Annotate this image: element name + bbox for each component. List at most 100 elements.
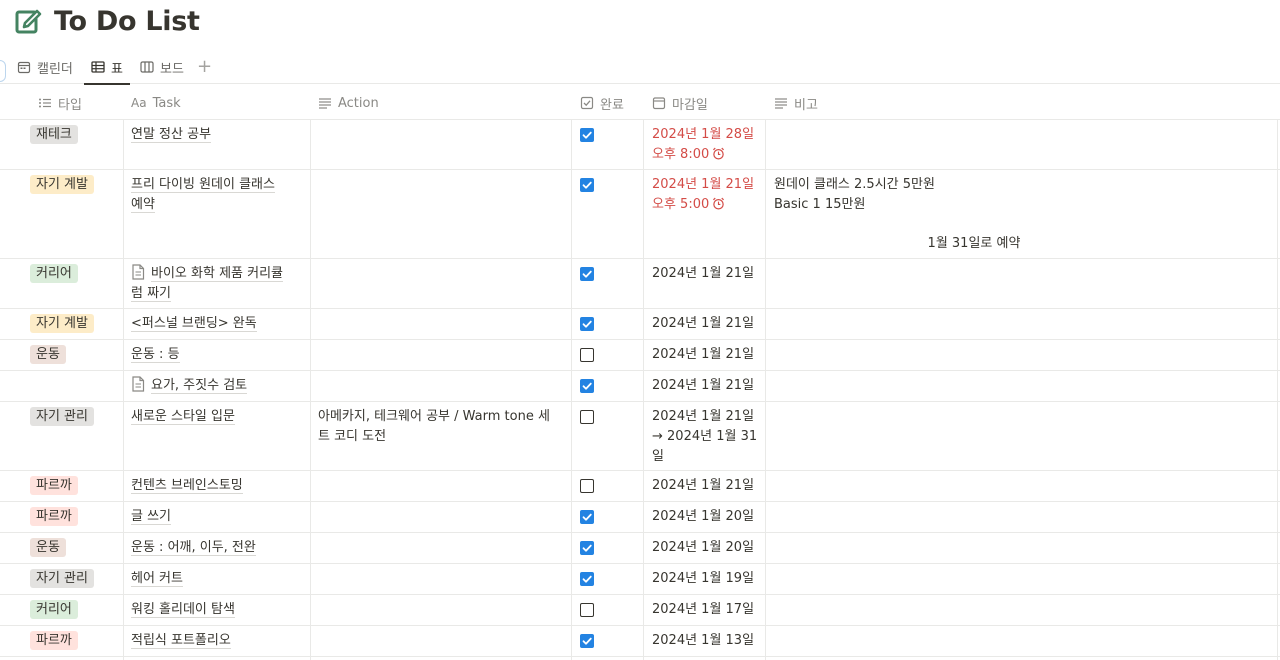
due-date-cell[interactable]: 2024년 1월 21일 <box>652 340 760 365</box>
type-cell[interactable]: 커리어 <box>30 259 78 284</box>
note-line: 원데이 클래스 2.5시간 5만원 <box>774 177 935 192</box>
checkbox-checked[interactable] <box>580 128 594 142</box>
page-title: To Do List <box>54 5 200 37</box>
type-cell[interactable]: 운동 <box>30 533 66 558</box>
column-header-note[interactable]: 비고 <box>774 86 818 120</box>
task-cell[interactable]: 새로운 스타일 입문 <box>131 402 299 427</box>
due-date-cell[interactable]: 2024년 1월 20일 <box>652 533 760 558</box>
task-cell[interactable]: 글 쓰기 <box>131 502 299 527</box>
table-row[interactable]: 운동 운동 : 등 2024년 1월 21일 <box>0 340 1280 371</box>
due-time: → 2024년 1월 31 <box>652 429 758 444</box>
action-cell[interactable]: 아메카지, 테크웨어 공부 / Warm tone 세트 코디 도전 <box>318 402 564 447</box>
type-cell[interactable]: 파르까 <box>30 471 78 496</box>
due-date-cell[interactable]: 2024년 1월 21일 <box>652 471 760 496</box>
type-cell[interactable]: 파르까 <box>30 626 78 651</box>
type-tag: 자기 관리 <box>30 407 94 426</box>
due-date: 2024년 1월 17일 <box>652 602 755 617</box>
tab-calendar[interactable]: 캘린더 <box>10 50 80 84</box>
type-cell[interactable]: 자기 계발 <box>30 170 94 195</box>
table-row[interactable]: 자기 계발 <퍼스널 브랜딩> 완독 2024년 1월 21일 <box>0 309 1280 340</box>
type-tag: 자기 계발 <box>30 314 94 333</box>
column-header-done-label: 완료 <box>600 97 624 113</box>
table-row[interactable]: 파르까 컨텐츠 브레인스토밍 2024년 1월 21일 <box>0 471 1280 502</box>
table-row[interactable]: 재테크 연말 정산 공부 2024년 1월 28일 오후 8:00 <box>0 120 1280 170</box>
column-header-done[interactable]: 완료 <box>580 86 624 120</box>
column-header-type[interactable]: 타입 <box>38 86 82 120</box>
table-row[interactable]: 요가, 주짓수 검토 2024년 1월 21일 <box>0 371 1280 402</box>
table-row[interactable]: 운동 운동 : 어깨, 이두, 전완 2024년 1월 20일 <box>0 533 1280 564</box>
column-header-due[interactable]: 마감일 <box>652 86 708 120</box>
task-cell[interactable]: 프리 다이빙 원데이 클래스 예약 <box>131 170 299 215</box>
checkbox-unchecked[interactable] <box>580 348 594 362</box>
task-title: 적립식 포트폴리오 <box>131 633 231 649</box>
check-icon <box>582 637 592 645</box>
task-cell[interactable]: 워킹 홀리데이 탐색 <box>131 595 299 620</box>
checkbox-checked[interactable] <box>580 572 594 586</box>
due-date-cell[interactable]: 2024년 1월 17일 <box>652 595 760 620</box>
task-title: 운동 : 등 <box>131 347 180 363</box>
due-date-cell[interactable]: 2024년 1월 21일 오후 5:00 <box>652 170 760 215</box>
check-icon <box>582 382 592 390</box>
checkbox-checked[interactable] <box>580 178 594 192</box>
calendar-icon <box>17 61 31 74</box>
due-date: 2024년 1월 21일 <box>652 347 755 362</box>
tab-table[interactable]: 표 <box>84 50 130 85</box>
type-cell[interactable]: 운동 <box>30 340 66 365</box>
due-date: 2024년 1월 20일 <box>652 509 755 524</box>
task-cell[interactable]: 컨텐츠 브레인스토밍 <box>131 471 299 496</box>
task-cell[interactable]: 헤어 커트 <box>131 564 299 589</box>
tab-board[interactable]: 보드 <box>133 50 191 84</box>
due-date-cell[interactable]: 2024년 1월 21일 <box>652 371 760 396</box>
checkbox-checked[interactable] <box>580 267 594 281</box>
checkbox-unchecked[interactable] <box>580 410 594 424</box>
task-cell[interactable]: 연말 정산 공부 <box>131 120 299 145</box>
add-view-button[interactable]: + <box>197 56 212 77</box>
due-date-cell[interactable]: 2024년 1월 21일 → 2024년 1월 31 일 <box>652 402 760 467</box>
type-cell[interactable]: 재테크 <box>30 120 78 145</box>
note-cell[interactable]: 원데이 클래스 2.5시간 5만원 Basic 1 15만원 1월 31일로 예약 <box>774 170 1254 254</box>
type-cell[interactable]: 자기 계발 <box>30 309 94 334</box>
task-cell[interactable]: 바이오 화학 제품 커리큘 럼 짜기 <box>131 259 299 304</box>
checkbox-checked[interactable] <box>580 634 594 648</box>
due-date-cell[interactable]: 2024년 1월 13일 <box>652 626 760 651</box>
task-cell[interactable]: <퍼스널 브랜딩> 완독 <box>131 309 299 334</box>
task-cell[interactable]: 적립식 포트폴리오 <box>131 626 299 651</box>
column-header-due-label: 마감일 <box>672 97 708 113</box>
task-title: 새로운 스타일 입문 <box>131 409 235 425</box>
task-title-continued: 예약 <box>131 197 155 213</box>
column-header-action[interactable]: Action <box>318 86 379 120</box>
task-cell[interactable]: 운동 : 어깨, 이두, 전완 <box>131 533 299 558</box>
table-row[interactable]: 자기 계발 프리 다이빙 원데이 클래스 예약 2024년 1월 21일 오후 5:00… <box>0 170 1280 259</box>
type-cell[interactable]: 파르까 <box>30 502 78 527</box>
table-row[interactable]: 파르까 글 쓰기 2024년 1월 20일 <box>0 502 1280 533</box>
table-row[interactable]: 커리어 바이오 화학 제품 커리큘 럼 짜기 2024년 1월 21일 <box>0 259 1280 309</box>
checkbox-checked[interactable] <box>580 379 594 393</box>
task-cell[interactable]: 운동 : 등 <box>131 340 299 365</box>
due-date-cell[interactable]: 2024년 1월 19일 <box>652 564 760 589</box>
action-text: 아메카지, 테크웨어 공부 / Warm tone 세 <box>318 409 550 424</box>
checkbox-unchecked[interactable] <box>580 603 594 617</box>
due-date-cell[interactable]: 2024년 1월 20일 <box>652 502 760 527</box>
column-header-task[interactable]: Aa Task <box>131 86 181 120</box>
due-date: 2024년 1월 19일 <box>652 571 755 586</box>
type-cell[interactable]: 자기 관리 <box>30 564 94 589</box>
due-date-cell[interactable]: 2024년 1월 21일 <box>652 309 760 334</box>
due-date: 2024년 1월 21일 <box>652 316 755 331</box>
checkbox-checked[interactable] <box>580 541 594 555</box>
task-cell[interactable]: 요가, 주짓수 검토 <box>131 371 299 396</box>
checkbox-checked[interactable] <box>580 317 594 331</box>
type-cell[interactable]: 자기 관리 <box>30 402 94 427</box>
type-tag: 자기 관리 <box>30 569 94 588</box>
page-icon <box>132 376 145 392</box>
due-date-cell[interactable]: 2024년 1월 28일 오후 8:00 <box>652 120 760 165</box>
task-title: 연말 정산 공부 <box>131 127 212 143</box>
table-row[interactable]: 자기 관리 새로운 스타일 입문 아메카지, 테크웨어 공부 / Warm tone… <box>0 402 1280 471</box>
type-cell[interactable]: 커리어 <box>30 595 78 620</box>
checkbox-unchecked[interactable] <box>580 479 594 493</box>
table-row[interactable]: 커리어 워킹 홀리데이 탐색 2024년 1월 17일 <box>0 595 1280 626</box>
table-row[interactable]: 파르까 적립식 포트폴리오 2024년 1월 13일 <box>0 626 1280 657</box>
checkbox-checked[interactable] <box>580 510 594 524</box>
tab-table-label: 표 <box>111 61 123 77</box>
due-date-cell[interactable]: 2024년 1월 21일 <box>652 259 760 284</box>
table-row[interactable]: 자기 관리 헤어 커트 2024년 1월 19일 <box>0 564 1280 595</box>
